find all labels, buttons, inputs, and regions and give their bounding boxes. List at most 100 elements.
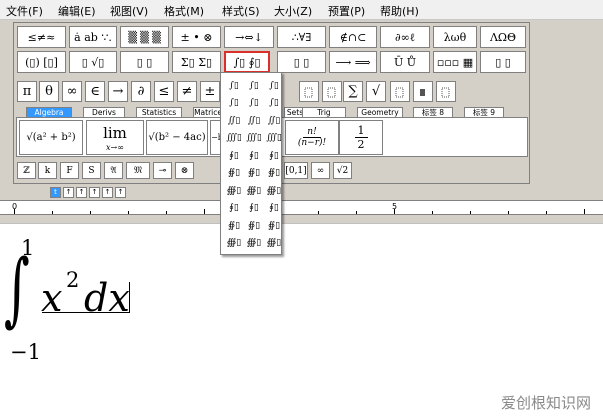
integral-template-option[interactable]: ∰▯: [264, 182, 284, 199]
integral-template-option[interactable]: ∰▯: [244, 235, 264, 252]
integral-template-option[interactable]: ∰▯: [244, 182, 264, 199]
integral-template-option[interactable]: ∬▯: [244, 112, 264, 129]
integral-template-option[interactable]: ∬▯: [264, 112, 284, 129]
misc-symbols-palette[interactable]: ∂∞ℓ: [380, 26, 430, 48]
otimes-symbol[interactable]: ⊗: [175, 162, 194, 179]
script-s-symbol[interactable]: S: [82, 162, 101, 179]
products-palette[interactable]: Ū Ů: [380, 51, 430, 73]
tab-geometry[interactable]: Geometry: [357, 107, 403, 117]
template-slot-button[interactable]: [436, 81, 456, 102]
integral-template-option[interactable]: ∯▯: [244, 217, 264, 234]
greek-upper-palette[interactable]: ΛΩΘ: [480, 26, 526, 48]
integral-template-option[interactable]: ∯▯: [264, 217, 284, 234]
leq-symbol-button[interactable]: ≤: [154, 81, 174, 102]
integral-template-option[interactable]: ∮▯: [224, 147, 244, 164]
size-tab-up[interactable]: ↑: [76, 187, 87, 198]
boxes-palette[interactable]: ▯ ▯: [480, 51, 526, 73]
template-slot-button[interactable]: [390, 81, 410, 102]
neq-symbol-button[interactable]: ≠: [177, 81, 197, 102]
integral-template-option[interactable]: ∫▯: [264, 95, 284, 112]
combination-template[interactable]: n! (n−r)!: [285, 120, 339, 155]
pythagorean-template[interactable]: √(a² + b²): [19, 120, 83, 155]
summation-symbol-button[interactable]: ∑: [343, 81, 363, 102]
integral-template-option[interactable]: ∯▯: [264, 165, 284, 182]
interval-symbol[interactable]: [0,1]: [284, 162, 308, 179]
size-tab-up[interactable]: ↑: [102, 187, 113, 198]
integral-template-option[interactable]: ∯▯: [244, 165, 264, 182]
multimap-symbol[interactable]: ⊸: [153, 162, 172, 179]
integral-template-option[interactable]: ∮▯: [264, 200, 284, 217]
template-slot-button[interactable]: [413, 81, 433, 102]
theta-symbol-button[interactable]: θ: [39, 81, 59, 102]
half-template[interactable]: 1 2: [339, 120, 383, 155]
integral-template-option[interactable]: ∮▯: [224, 200, 244, 217]
bars-palette[interactable]: ▯ ▯: [277, 51, 326, 73]
integral-template-option[interactable]: ∫▯: [244, 77, 264, 94]
arrow-symbol-button[interactable]: →: [108, 81, 128, 102]
fraktur-a-symbol[interactable]: 𝔄: [104, 162, 123, 179]
operators-palette[interactable]: ± • ⊗: [172, 26, 221, 48]
integral-template-option[interactable]: ∭▯: [244, 130, 264, 147]
radical-symbol-button[interactable]: √: [366, 81, 386, 102]
tab-trig[interactable]: Trig: [302, 107, 346, 117]
size-tab-up[interactable]: ↑: [115, 187, 126, 198]
menu-edit[interactable]: 编辑(E): [58, 3, 96, 19]
tab-label-9[interactable]: 标签 9: [464, 107, 504, 117]
integral-template-option[interactable]: ∯▯: [224, 165, 244, 182]
size-tab-up[interactable]: ↑: [89, 187, 100, 198]
size-tab-t[interactable]: t: [50, 187, 61, 198]
integral-template-option[interactable]: ∭▯: [224, 130, 244, 147]
sqrt2-symbol[interactable]: √2: [333, 162, 352, 179]
size-tab-up[interactable]: ↑: [63, 187, 74, 198]
integral-template-option[interactable]: ∯▯: [224, 217, 244, 234]
greek-lower-palette[interactable]: λωθ: [433, 26, 477, 48]
integrals-palette[interactable]: ∫▯ ∮▯: [224, 51, 270, 73]
menu-view[interactable]: 视图(V): [110, 3, 148, 19]
relations-palette[interactable]: ≤≠≈: [17, 26, 66, 48]
integral-template-option[interactable]: ∮▯: [244, 200, 264, 217]
subscripts-palette[interactable]: ▯ ▯: [120, 51, 169, 73]
integral-template-option[interactable]: ∰▯: [224, 182, 244, 199]
sets-palette[interactable]: ∉∩⊂: [329, 26, 377, 48]
integral-template-option[interactable]: ∮▯: [264, 147, 284, 164]
template-slot-button[interactable]: [299, 81, 319, 102]
menu-preferences[interactable]: 预置(P): [328, 3, 365, 19]
element-of-symbol-button[interactable]: ∈: [85, 81, 105, 102]
integral-template-option[interactable]: ∫▯: [224, 95, 244, 112]
infinity-symbol-button[interactable]: ∞: [62, 81, 82, 102]
integer-set-symbol[interactable]: ℤ: [17, 162, 36, 179]
fraktur-f-symbol[interactable]: F: [60, 162, 79, 179]
discriminant-template[interactable]: √(b² − 4ac): [146, 120, 208, 155]
matrices-palette[interactable]: ▫▫▫ ▦: [433, 51, 477, 73]
integral-template-option[interactable]: ∰▯: [224, 235, 244, 252]
fraktur-m-symbol[interactable]: 𝔐: [126, 162, 150, 179]
k-symbol[interactable]: k: [38, 162, 57, 179]
template-slot-button[interactable]: [322, 81, 342, 102]
integral-template-option[interactable]: ∮▯: [244, 147, 264, 164]
fractions-radicals-palette[interactable]: ▯ √▯: [69, 51, 117, 73]
integral-template-option[interactable]: ∭▯: [264, 130, 284, 147]
tab-derivs[interactable]: Derivs: [83, 107, 125, 117]
infinity-small-symbol[interactable]: ∞: [311, 162, 330, 179]
limit-template[interactable]: lim x→∞: [86, 120, 144, 155]
menu-help[interactable]: 帮助(H): [380, 3, 419, 19]
logic-palette[interactable]: ∴∀∃: [277, 26, 326, 48]
menu-file[interactable]: 文件(F): [6, 3, 43, 19]
integral-template-option[interactable]: ∫▯: [264, 77, 284, 94]
tab-statistics[interactable]: Statistics: [136, 107, 182, 117]
embellishments-palette[interactable]: ▒ ▒ ▒: [120, 26, 169, 48]
menu-format[interactable]: 格式(M): [164, 3, 204, 19]
menu-style[interactable]: 样式(S): [222, 3, 260, 19]
fences-palette[interactable]: (▯) [▯]: [17, 51, 66, 73]
labeled-arrows-palette[interactable]: ⟶ ⟹: [329, 51, 377, 73]
tab-label-8[interactable]: 标签 8: [413, 107, 453, 117]
integral-template-option[interactable]: ∰▯: [264, 235, 284, 252]
plus-minus-symbol-button[interactable]: ±: [200, 81, 220, 102]
tab-algebra[interactable]: Algebra: [26, 107, 72, 117]
integral-template-option[interactable]: ∬▯: [224, 112, 244, 129]
summations-palette[interactable]: Σ▯ Σ▯: [172, 51, 221, 73]
partial-symbol-button[interactable]: ∂: [131, 81, 151, 102]
arrows-palette[interactable]: →⇔↓: [224, 26, 274, 48]
integral-template-option[interactable]: ∫▯: [224, 77, 244, 94]
menu-size[interactable]: 大小(Z): [274, 3, 312, 19]
